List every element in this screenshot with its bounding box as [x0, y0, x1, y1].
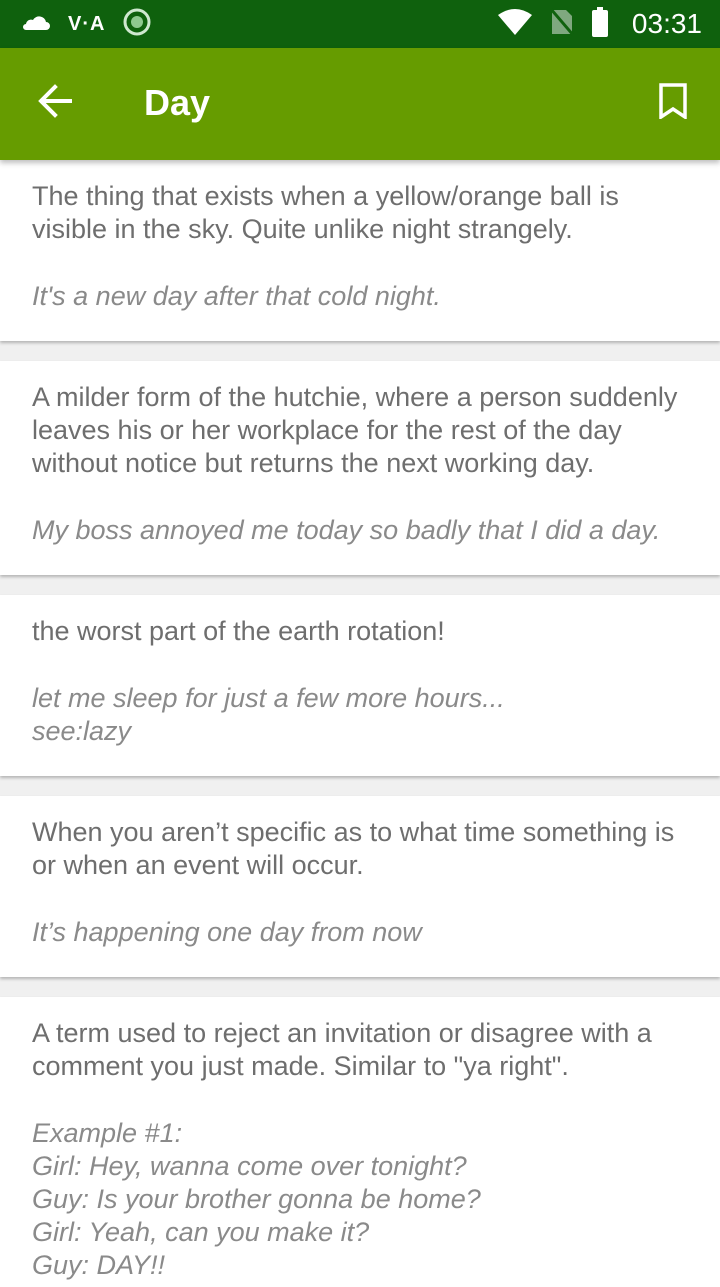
definition-text: A milder form of the hutchie, where a pe… [32, 382, 678, 478]
status-bar: V·A 03:31 [0, 0, 720, 48]
bookmark-button[interactable] [644, 74, 702, 132]
definition-text: the worst part of the earth rotation! [32, 616, 445, 646]
app-bar: Day [0, 48, 720, 160]
definition-card[interactable]: The thing that exists when a yellow/oran… [0, 160, 720, 341]
sync-icon [123, 8, 151, 41]
back-button[interactable] [26, 74, 84, 132]
battery-icon [591, 6, 608, 42]
example-text: My boss annoyed me today so badly that I… [32, 515, 661, 545]
definition-card[interactable]: When you aren’t specific as to what time… [0, 796, 720, 977]
definition-text: When you aren’t specific as to what time… [32, 817, 675, 880]
cloud-icon [20, 14, 50, 35]
page-title: Day [144, 82, 211, 123]
no-sim-icon [548, 6, 576, 41]
vpn-icon: V·A [68, 12, 106, 35]
bookmark-icon [658, 82, 688, 124]
wifi-icon [497, 8, 532, 40]
definition-card[interactable]: A milder form of the hutchie, where a pe… [0, 361, 720, 575]
definition-card[interactable]: the worst part of the earth rotation! le… [0, 595, 720, 776]
arrow-back-icon [37, 83, 73, 124]
status-bar-right: 03:31 [497, 6, 702, 42]
example-text: It’s happening one day from now [32, 917, 422, 947]
example-text: It's a new day after that cold night. [32, 281, 441, 311]
definition-text: The thing that exists when a yellow/oran… [32, 181, 619, 244]
status-bar-left: V·A [20, 8, 151, 41]
example-text: Example #1: Girl: Hey, wanna come over t… [32, 1118, 481, 1280]
definition-text: A term used to reject an invitation or d… [32, 1018, 652, 1081]
clock: 03:31 [631, 8, 702, 39]
definition-card[interactable]: A term used to reject an invitation or d… [0, 997, 720, 1287]
example-text: let me sleep for just a few more hours..… [32, 683, 505, 746]
